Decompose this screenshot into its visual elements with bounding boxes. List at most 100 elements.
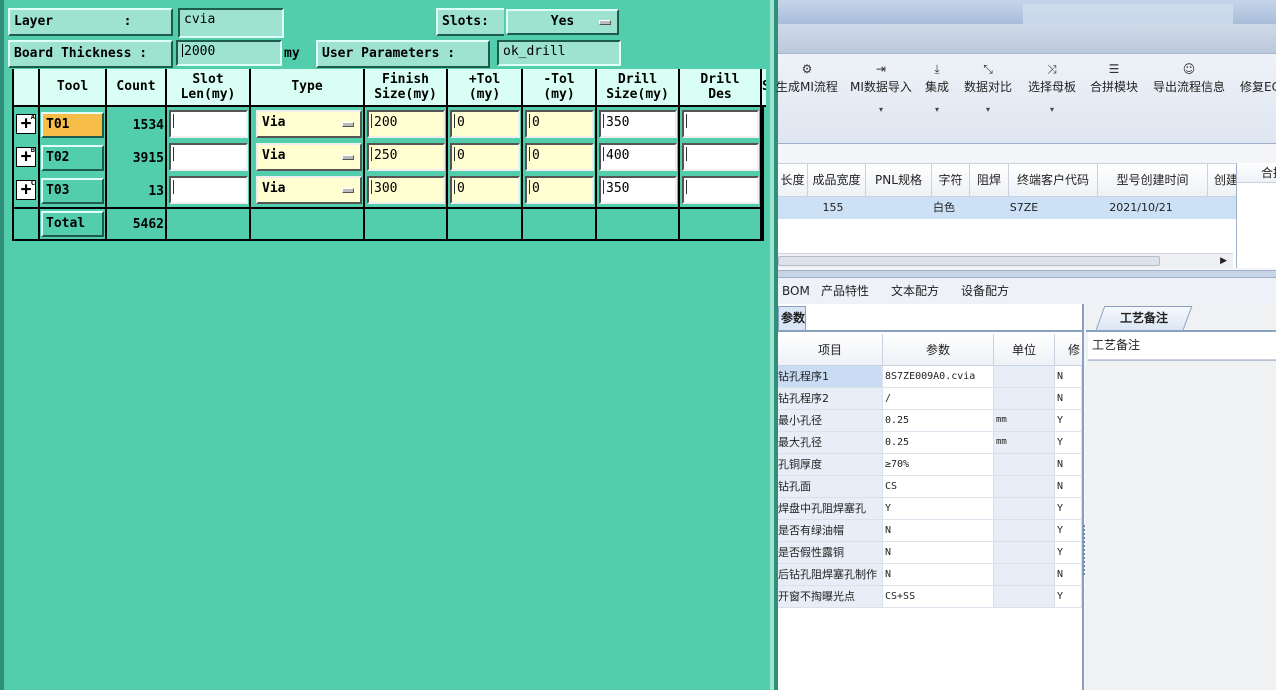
user-parameters-button[interactable]: User Parameters : bbox=[316, 40, 490, 68]
drill-des-input[interactable] bbox=[682, 176, 759, 204]
slot-len-input[interactable] bbox=[169, 176, 248, 204]
mi-data-import-button[interactable]: ⇥ MI数据导入 ▾ bbox=[850, 60, 912, 114]
type-dropdown[interactable]: Via bbox=[256, 176, 362, 204]
text-cursor-icon bbox=[173, 180, 174, 194]
drill-size-input[interactable]: 350 bbox=[599, 110, 677, 138]
drill-des-input[interactable] bbox=[682, 110, 759, 138]
select-mother-board-button[interactable]: ⤨ 选择母板 ▾ bbox=[1028, 60, 1076, 114]
process-remark-panel: 工艺备注 工艺备注 bbox=[1086, 304, 1276, 690]
finish-size-input[interactable]: 300 bbox=[367, 176, 445, 204]
param-item: 钻孔面 bbox=[778, 476, 883, 497]
minus-tol-input[interactable]: 0 bbox=[525, 110, 594, 138]
type-dropdown[interactable]: Via bbox=[256, 110, 362, 138]
merge-module-button[interactable]: ☰ 合拼模块 bbox=[1090, 60, 1138, 105]
param-row[interactable]: 焊盘中孔阻焊塞孔 Y Y bbox=[778, 498, 1082, 520]
column-header[interactable]: 成品宽度 bbox=[808, 164, 866, 197]
drill-des-input[interactable] bbox=[682, 143, 759, 171]
board-thickness-label: Board Thickness : bbox=[8, 40, 173, 68]
column-header[interactable]: 长度 bbox=[778, 164, 808, 197]
header-expand bbox=[14, 69, 40, 107]
remark-body[interactable] bbox=[1088, 360, 1276, 690]
repair-button[interactable]: 修复EC bbox=[1240, 60, 1276, 105]
param-flag: Y bbox=[1055, 432, 1082, 453]
column-header[interactable]: 修 bbox=[1055, 334, 1082, 366]
tab-bom[interactable]: BOM bbox=[782, 282, 810, 300]
type-dropdown[interactable]: Via bbox=[256, 143, 362, 171]
expand-row-icon[interactable]: + B bbox=[16, 146, 36, 167]
integrate-button[interactable]: ⤓ 集成 ▾ bbox=[925, 60, 949, 114]
arrow-right-icon[interactable]: ▶ bbox=[1220, 254, 1227, 268]
data-compare-button[interactable]: ⤡ 数据对比 ▾ bbox=[964, 60, 1012, 114]
drill-size-input[interactable]: 400 bbox=[599, 143, 677, 171]
export-flow-info-button[interactable]: ☺ 导出流程信息 bbox=[1153, 60, 1225, 105]
column-header[interactable]: 字符 bbox=[932, 164, 970, 197]
expand-row-icon[interactable]: + A bbox=[16, 113, 36, 134]
text-cursor-icon bbox=[454, 180, 455, 194]
horizontal-scrollbar[interactable]: ▶ bbox=[778, 253, 1233, 268]
tool-button-t02[interactable]: T02 bbox=[41, 145, 104, 171]
text-cursor-icon bbox=[173, 114, 174, 128]
tool-button-t01[interactable]: T01 bbox=[41, 112, 104, 138]
slots-yes-dropdown[interactable]: Yes bbox=[506, 9, 619, 35]
option-menu-icon bbox=[599, 20, 611, 25]
plus-tol-input[interactable]: 0 bbox=[450, 110, 520, 138]
slot-len-input[interactable] bbox=[169, 143, 248, 171]
finish-size-input[interactable]: 250 bbox=[367, 143, 445, 171]
column-header[interactable]: 阻焊 bbox=[970, 164, 1009, 197]
tool-button-t03[interactable]: T03 bbox=[41, 178, 104, 204]
slot-len-input[interactable] bbox=[169, 110, 248, 138]
column-header[interactable]: 单位 bbox=[994, 334, 1055, 366]
param-value: ≥70% bbox=[883, 454, 994, 475]
header-drill-des: Drill Des bbox=[680, 69, 762, 107]
param-row[interactable]: 最小孔径 0.25 mm Y bbox=[778, 410, 1082, 432]
splitter[interactable] bbox=[778, 270, 1276, 278]
count-cell: 13 bbox=[148, 184, 164, 199]
finish-size-input[interactable]: 200 bbox=[367, 110, 445, 138]
param-item: 孔铜厚度 bbox=[778, 454, 883, 475]
tab-parameters[interactable]: 参数 bbox=[778, 306, 806, 330]
text-cursor-icon bbox=[686, 114, 687, 128]
smiley-icon: ☺ bbox=[1182, 62, 1196, 76]
layer-field[interactable]: cvia bbox=[178, 8, 284, 38]
column-header[interactable]: 型号创建时间 bbox=[1098, 164, 1208, 197]
column-header[interactable]: 项目 bbox=[778, 334, 883, 366]
param-row[interactable]: 钻孔程序1 8S7ZE009A0.cvia N bbox=[778, 366, 1082, 388]
ribbon-toolbar: ⚙ 生成MI流程 ⇥ MI数据导入 ▾ ⤓ 集成 ▾ ⤡ 数据对比 ▾ ⤨ 选择母板 ▾ ☰ 合拼模… bbox=[776, 54, 1276, 144]
slots-label: Slots: bbox=[436, 8, 504, 36]
plus-tol-input[interactable]: 0 bbox=[450, 143, 520, 171]
param-row[interactable]: 钻孔程序2/ N bbox=[778, 388, 1082, 410]
tab-product-features[interactable]: 产品特性 bbox=[821, 282, 869, 300]
param-item: 钻孔程序2 bbox=[778, 388, 883, 409]
param-flag: N bbox=[1055, 564, 1082, 585]
text-cursor-icon bbox=[529, 114, 530, 128]
param-row[interactable]: 最大孔径 0.25 mm Y bbox=[778, 432, 1082, 454]
param-row[interactable]: 钻孔面 CS N bbox=[778, 476, 1082, 498]
column-header[interactable]: 创建 bbox=[1208, 164, 1236, 197]
board-thickness-field[interactable]: 2000 bbox=[176, 40, 282, 66]
column-header[interactable]: 参数 bbox=[883, 334, 994, 366]
param-row[interactable]: 后钻孔阻焊塞孔制作 N N bbox=[778, 564, 1082, 586]
param-row[interactable]: 是否有绿油帽 N Y bbox=[778, 520, 1082, 542]
tab-device-recipe[interactable]: 设备配方 bbox=[961, 282, 1009, 300]
param-item: 最小孔径 bbox=[778, 410, 883, 431]
param-unit bbox=[994, 388, 1055, 409]
column-header[interactable]: PNL规格 bbox=[866, 164, 932, 197]
param-unit: mm bbox=[994, 410, 1055, 431]
plus-tol-input[interactable]: 0 bbox=[450, 176, 520, 204]
param-item: 是否假性露铜 bbox=[778, 542, 883, 563]
column-header[interactable]: 终端客户代码 bbox=[1009, 164, 1098, 197]
slots-value: Yes bbox=[550, 14, 575, 29]
minus-tol-input[interactable]: 0 bbox=[525, 176, 594, 204]
total-button[interactable]: Total bbox=[41, 211, 104, 237]
generate-mi-flow-button[interactable]: ⚙ 生成MI流程 bbox=[776, 60, 838, 105]
param-row[interactable]: 孔铜厚度 ≥70% N bbox=[778, 454, 1082, 476]
tab-process-remark[interactable]: 工艺备注 bbox=[1095, 306, 1193, 330]
param-row[interactable]: 是否假性露铜 N Y bbox=[778, 542, 1082, 564]
tab-text-recipe[interactable]: 文本配方 bbox=[891, 282, 939, 300]
expand-row-icon[interactable]: + C bbox=[16, 179, 36, 200]
user-parameters-field[interactable]: ok_drill bbox=[497, 40, 621, 66]
user-parameters-value: ok_drill bbox=[503, 44, 566, 59]
drill-size-input[interactable]: 350 bbox=[599, 176, 677, 204]
minus-tol-input[interactable]: 0 bbox=[525, 143, 594, 171]
param-row[interactable]: 开窗不掏曝光点 CS+SS Y bbox=[778, 586, 1082, 608]
